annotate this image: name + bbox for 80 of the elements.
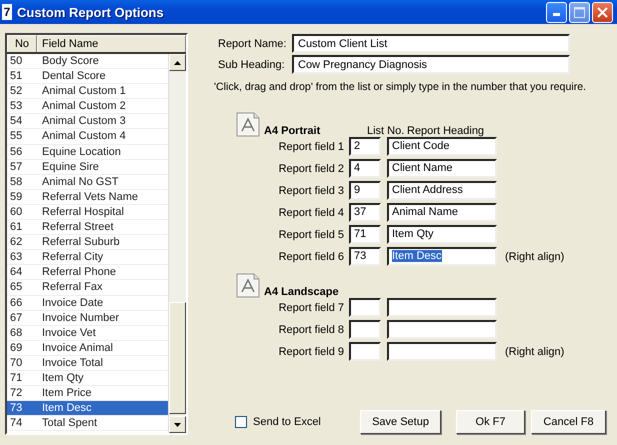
field-label: Sub Heading:: [218, 58, 286, 70]
list-row[interactable]: 73 Item Desc: [7, 401, 168, 416]
field-label: Report field 4: [278, 206, 345, 218]
report-heading-field[interactable]: [387, 342, 497, 361]
scroll-thumb[interactable]: [169, 302, 186, 414]
field-label: Report field 2: [278, 162, 345, 174]
list-number-field[interactable]: 4: [349, 159, 381, 178]
list-number-field[interactable]: 71: [349, 225, 381, 244]
list-row[interactable]: 54 Animal Custom 3: [7, 114, 168, 130]
instructions-text: 'Click, drag and drop' from the list or simply type in the number that you require.: [214, 81, 588, 93]
report-name-field[interactable]: Custom Client List: [292, 34, 570, 53]
list-row[interactable]: 62 Referral Suburb: [7, 235, 168, 250]
report-heading-field[interactable]: Item Qty: [387, 225, 497, 244]
column-header: List No.: [367, 125, 406, 137]
list-row[interactable]: 55 Animal Custom 4: [7, 129, 168, 145]
field-label: Report field 1: [278, 140, 345, 152]
checkbox[interactable]: [235, 416, 247, 428]
list-row[interactable]: 52 Animal Custom 1: [7, 84, 168, 100]
ok-button[interactable]: Ok F7: [456, 410, 525, 434]
cancel-button[interactable]: Cancel F8: [531, 410, 606, 434]
list-row[interactable]: 63 Referral City: [7, 250, 168, 266]
field-label: Report field 9: [278, 346, 345, 358]
list-number-field[interactable]: 2: [349, 137, 381, 156]
sub-heading-field[interactable]: Cow Pregnancy Diagnosis: [292, 55, 570, 74]
maximize-icon: [574, 6, 585, 18]
list-number-field[interactable]: [349, 320, 381, 339]
report-heading-field[interactable]: Animal Name: [387, 203, 497, 222]
scroll-down-icon[interactable]: [174, 422, 181, 426]
list-row[interactable]: 50 Body Score: [7, 54, 168, 70]
app-icon: 7: [2, 4, 12, 20]
list-row[interactable]: 74 Total Spent: [7, 416, 168, 432]
list-number-field[interactable]: 73: [349, 247, 381, 266]
field-label: Report field 6: [278, 250, 345, 262]
maximize-button[interactable]: [569, 2, 590, 22]
list-row[interactable]: 59 Referral Vets Name: [7, 190, 168, 205]
list-number-field[interactable]: 9: [349, 181, 381, 200]
list-row[interactable]: 64 Referral Phone: [7, 265, 168, 280]
column-header[interactable]: Field Name: [37, 35, 186, 52]
list-row[interactable]: 65 Referral Fax: [7, 280, 168, 296]
list-row[interactable]: 68 Invoice Vet: [7, 326, 168, 341]
section-title: A4 Portrait: [264, 125, 322, 137]
scrollbar[interactable]: [168, 54, 186, 433]
field-label: Report field 8: [278, 324, 345, 336]
section-title: A4 Landscape: [264, 286, 340, 298]
report-heading-field[interactable]: [387, 320, 497, 339]
list-row[interactable]: 58 Animal No GST: [7, 174, 168, 190]
report-heading-field[interactable]: Client Name: [387, 159, 497, 178]
checkbox-label: Send to Excel: [253, 416, 322, 428]
report-heading-field[interactable]: Client Code: [387, 137, 497, 156]
list-row[interactable]: 57 Equine Sire: [7, 160, 168, 175]
list-row[interactable]: 67 Invoice Number: [7, 310, 168, 326]
report-heading-field[interactable]: Client Address: [387, 181, 497, 200]
list-row[interactable]: 66 Invoice Date: [7, 296, 168, 311]
list-row[interactable]: 69 Invoice Animal: [7, 340, 168, 356]
save-setup-button[interactable]: Save Setup: [360, 410, 441, 434]
column-header: Report Heading: [407, 125, 484, 137]
report-heading-field[interactable]: Item Desc: [387, 247, 497, 266]
list-row[interactable]: 53 Animal Custom 2: [7, 99, 168, 114]
list-row[interactable]: 60 Referral Hospital: [7, 204, 168, 220]
list-number-field[interactable]: 37: [349, 203, 381, 222]
alignment-note: (Right align): [505, 250, 564, 262]
scroll-up-icon[interactable]: [174, 60, 181, 64]
column-header[interactable]: No: [7, 35, 37, 52]
list-number-field[interactable]: [349, 298, 381, 317]
report-heading-field[interactable]: [387, 298, 497, 317]
alignment-note: (Right align): [505, 346, 564, 358]
minimize-button[interactable]: [546, 2, 567, 22]
list-row[interactable]: 56 Equine Location: [7, 144, 168, 160]
close-icon: [597, 6, 608, 18]
close-button[interactable]: [592, 2, 613, 22]
field-label: Report Name:: [218, 38, 288, 50]
list-row[interactable]: 71 Item Qty: [7, 370, 168, 386]
list-row[interactable]: 70 Invoice Total: [7, 356, 168, 371]
field-label: Report field 3: [278, 184, 345, 196]
list-row[interactable]: 51 Dental Score: [7, 69, 168, 84]
field-label: Report field 7: [278, 302, 345, 314]
window-title: Custom Report Options: [17, 4, 165, 20]
field-label: Report field 5: [278, 228, 345, 240]
list-number-field[interactable]: [349, 342, 381, 361]
list-row[interactable]: 61 Referral Street: [7, 220, 168, 236]
